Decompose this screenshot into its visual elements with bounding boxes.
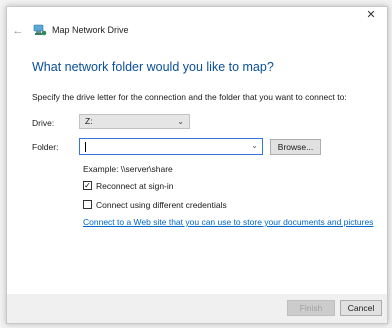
text-caret bbox=[85, 142, 86, 152]
example-text: Example: \\server\share bbox=[83, 164, 173, 174]
close-icon: ✕ bbox=[366, 9, 376, 21]
instruction-text: Specify the drive letter for the connect… bbox=[32, 92, 347, 102]
credentials-checkbox[interactable] bbox=[83, 200, 92, 209]
network-drive-icon bbox=[33, 24, 47, 36]
back-arrow-icon: ← bbox=[12, 25, 24, 37]
cancel-button[interactable]: Cancel bbox=[340, 300, 382, 316]
page-title: What network folder would you like to ma… bbox=[32, 60, 274, 74]
reconnect-checkbox[interactable]: ✓ bbox=[83, 181, 92, 190]
web-site-link[interactable]: Connect to a Web site that you can use t… bbox=[83, 217, 373, 227]
credentials-label[interactable]: Connect using different credentials bbox=[96, 200, 227, 210]
chevron-down-icon[interactable]: ⌄ bbox=[251, 141, 258, 150]
close-button[interactable]: ✕ bbox=[361, 7, 381, 23]
drive-select[interactable]: Z: ⌄ bbox=[79, 114, 190, 129]
map-network-drive-window: ✕ ← Map Network Drive What network folde… bbox=[6, 6, 388, 324]
browse-button[interactable]: Browse... bbox=[270, 139, 321, 155]
folder-input[interactable]: ⌄ bbox=[79, 138, 263, 155]
drive-select-value: Z: bbox=[85, 116, 93, 126]
drive-label: Drive: bbox=[32, 118, 55, 128]
window-title: Map Network Drive bbox=[52, 25, 129, 35]
dialog-footer: Finish Cancel bbox=[7, 294, 387, 323]
check-icon: ✓ bbox=[84, 181, 91, 190]
reconnect-label[interactable]: Reconnect at sign-in bbox=[96, 181, 174, 191]
folder-label: Folder: bbox=[32, 142, 59, 152]
finish-button[interactable]: Finish bbox=[287, 300, 335, 316]
back-button[interactable]: ← bbox=[11, 25, 25, 37]
chevron-down-icon: ⌄ bbox=[177, 117, 184, 126]
